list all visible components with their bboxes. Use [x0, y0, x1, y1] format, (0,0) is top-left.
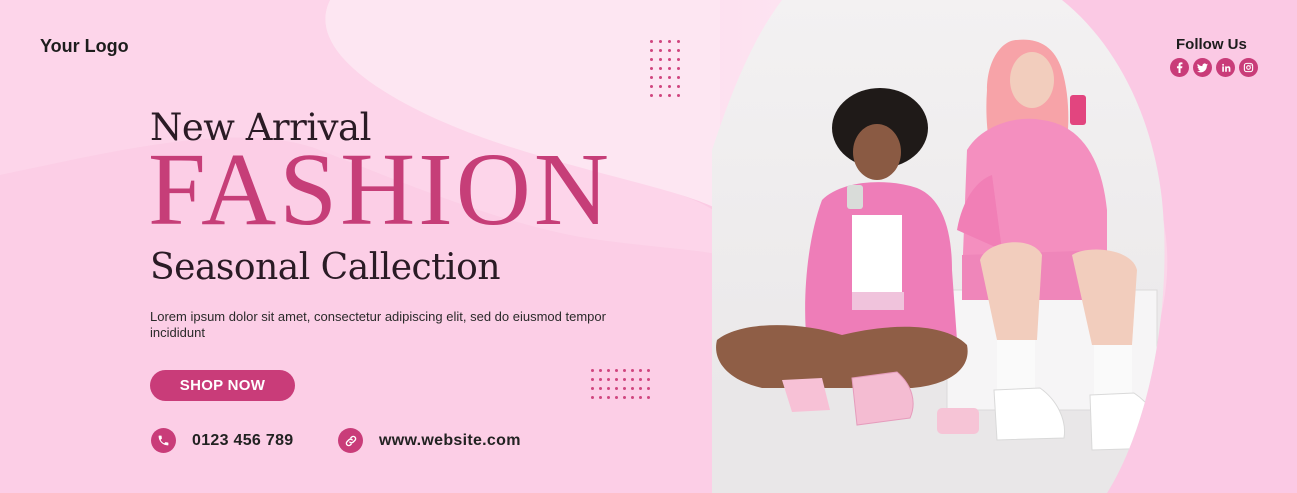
- description-text: Lorem ipsum dolor sit amet, consectetur …: [150, 309, 606, 340]
- website-contact[interactable]: www.website.com: [338, 428, 521, 453]
- shop-now-button[interactable]: SHOP NOW: [150, 370, 295, 401]
- decorative-dots-top: [650, 40, 680, 97]
- decorative-dots-bottom: [591, 369, 651, 399]
- website-url: www.website.com: [379, 431, 521, 449]
- social-icons: [1170, 58, 1258, 77]
- phone-icon: [151, 428, 176, 453]
- facebook-icon[interactable]: [1170, 58, 1189, 77]
- linkedin-icon[interactable]: [1216, 58, 1235, 77]
- models-photo: [712, 0, 1165, 493]
- twitter-icon[interactable]: [1193, 58, 1212, 77]
- headline-fashion: FASHION: [148, 132, 613, 247]
- headline-seasonal-collection: Seasonal Callection: [150, 247, 501, 288]
- follow-us-heading: Follow Us: [1176, 36, 1247, 53]
- instagram-icon[interactable]: [1239, 58, 1258, 77]
- link-icon: [338, 428, 363, 453]
- brand-logo[interactable]: Your Logo: [40, 36, 129, 57]
- fashion-banner: Your Logo New Arrival FASHION Seasonal C…: [0, 0, 1297, 493]
- phone-number: 0123 456 789: [192, 431, 294, 449]
- phone-contact[interactable]: 0123 456 789: [151, 428, 293, 453]
